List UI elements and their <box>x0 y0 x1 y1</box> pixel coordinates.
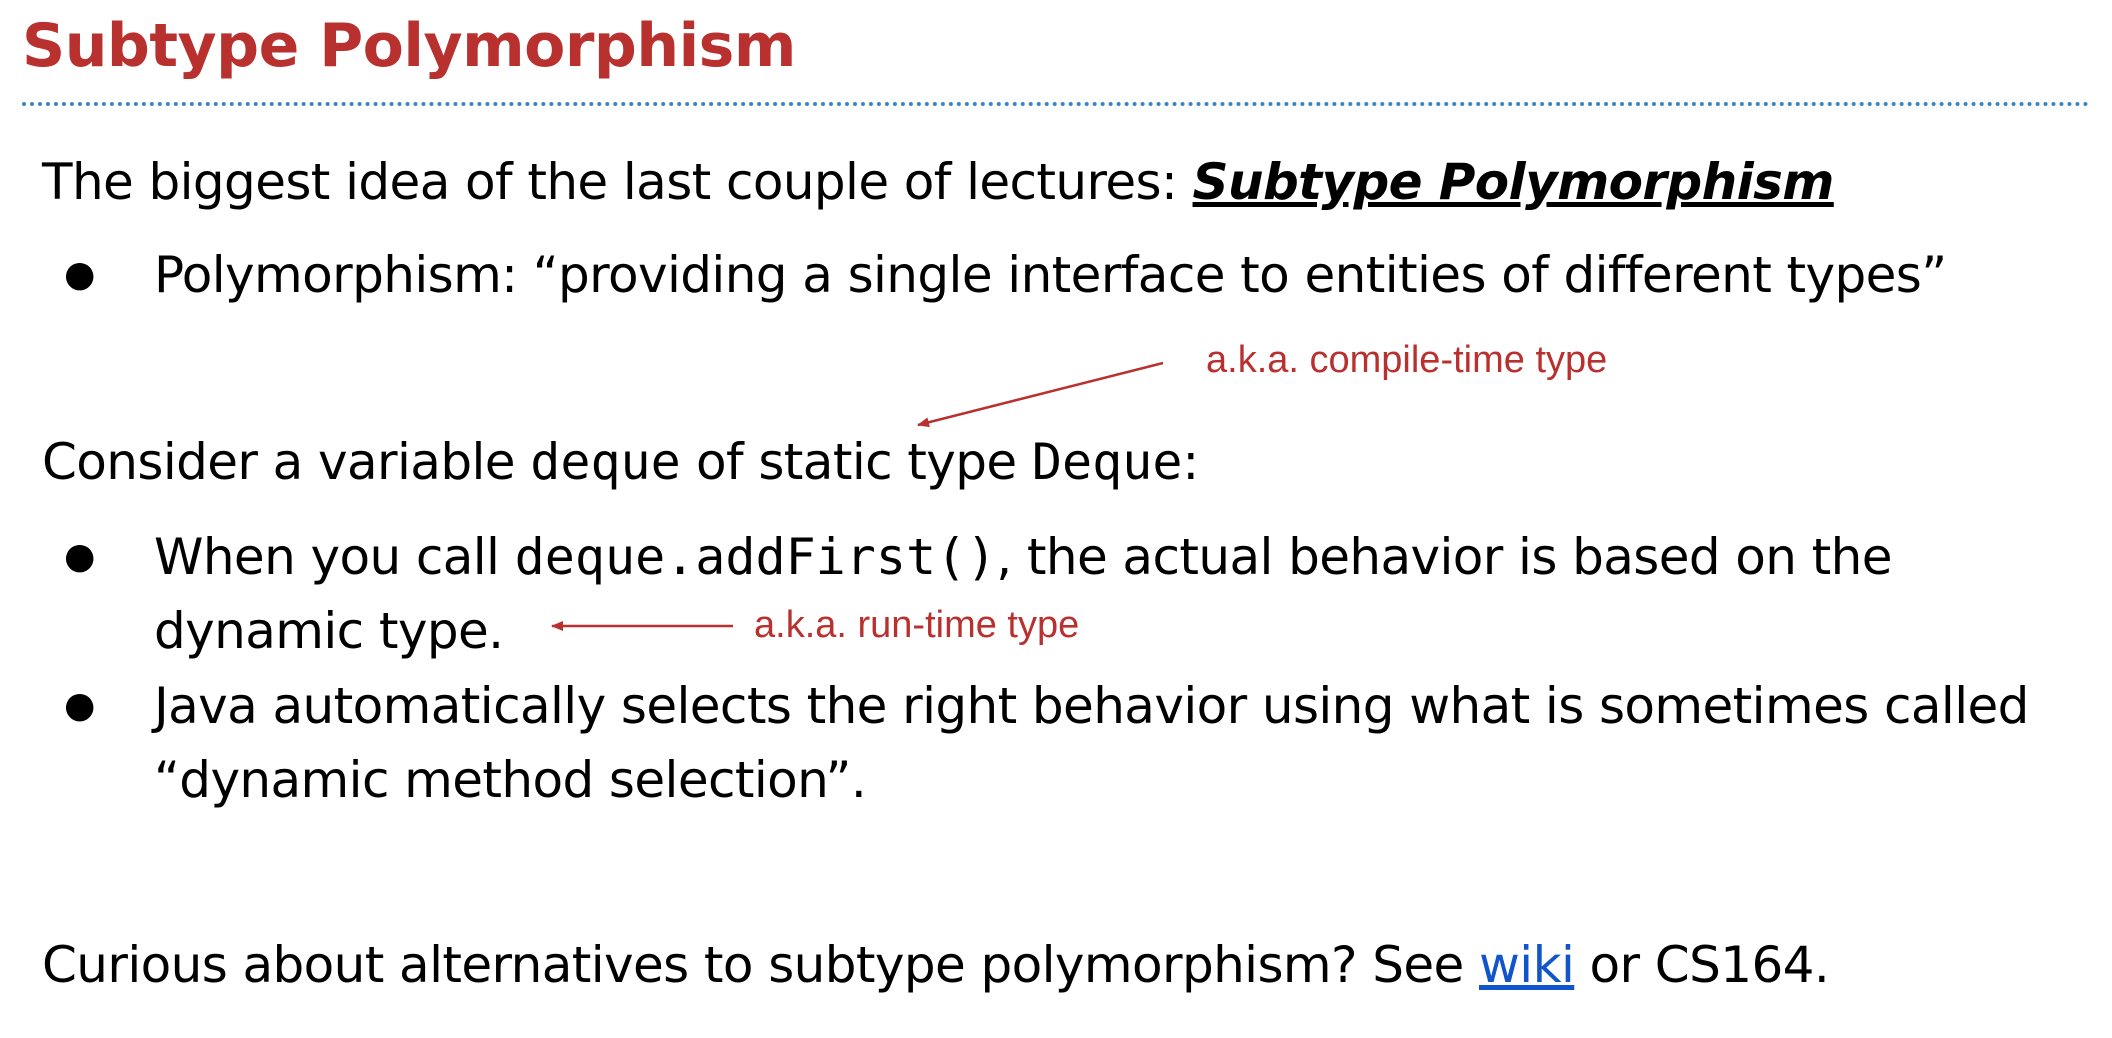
code-addfirst-call: deque.addFirst() <box>514 528 997 586</box>
bullet-polymorphism-definition: Polymorphism: “providing a single interf… <box>154 246 1947 304</box>
title-divider <box>22 102 2090 106</box>
consider-text: Consider a variable <box>42 433 531 491</box>
annotation-run-time-type: a.k.a. run-time type <box>754 604 1080 646</box>
intro-emphasis: Subtype Polymorphism <box>1192 153 1835 211</box>
intro-text: The biggest idea of the last couple of l… <box>42 153 1193 211</box>
bullet-addfirst-text: When you call <box>154 528 515 586</box>
code-type-deque: Deque <box>1031 433 1183 491</box>
code-variable-deque: deque <box>530 433 681 491</box>
bullet-dynamic-selection-line-2: “dynamic method selection”. <box>154 751 867 809</box>
bullet-marker: ● <box>64 685 96 726</box>
bullet-marker: ● <box>64 254 96 295</box>
footer-text: Curious about alternatives to subtype po… <box>42 936 1480 994</box>
slide-title: Subtype Polymorphism <box>22 11 796 81</box>
arrow-compile-time <box>917 361 1164 428</box>
footer-text-2: or CS164. <box>1574 936 1830 994</box>
wiki-link[interactable]: wiki <box>1479 936 1575 994</box>
intro-line: The biggest idea of the last couple of l… <box>42 152 1834 212</box>
bullet-dynamic-selection-line-1: Java automatically selects the right beh… <box>154 677 2029 735</box>
consider-text-3: : <box>1182 433 1199 491</box>
consider-line: Consider a variable deque of static type… <box>42 432 1199 492</box>
annotation-compile-time-type: a.k.a. compile-time type <box>1206 339 1608 381</box>
bullet-addfirst-text-2: , the actual behavior is based on the <box>996 528 1892 586</box>
bullet-addfirst-line-1: When you call deque.addFirst(), the actu… <box>154 520 1893 594</box>
bullet-addfirst-line-2: dynamic type. <box>154 602 504 660</box>
footer-line: Curious about alternatives to subtype po… <box>42 935 1830 995</box>
consider-text-2: of static type <box>680 433 1032 491</box>
bullet-marker: ● <box>64 536 96 577</box>
